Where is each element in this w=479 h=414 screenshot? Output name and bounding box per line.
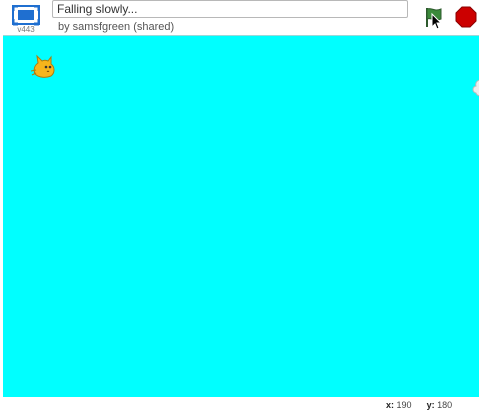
- mouse-coordinates: x: 190 y: 180: [386, 400, 452, 410]
- green-flag-button[interactable]: [423, 5, 445, 30]
- cat-sprite[interactable]: [29, 52, 57, 80]
- project-title-field[interactable]: Falling slowly...: [52, 0, 408, 18]
- x-label: x:: [386, 400, 395, 410]
- author-label: by samsfgreen (shared): [58, 21, 175, 33]
- partial-sprite[interactable]: [469, 78, 479, 98]
- cat-sprite-icon: [30, 54, 55, 78]
- x-value: 190: [396, 400, 412, 410]
- y-label: y:: [426, 400, 435, 410]
- stop-sign-icon: [455, 6, 477, 28]
- scratch-player: v443 Falling slowly... by samsfgreen (sh…: [0, 0, 479, 414]
- version-label: v443: [17, 25, 35, 34]
- stop-button[interactable]: [455, 6, 477, 28]
- stage[interactable]: [3, 35, 479, 397]
- partial-sprite-icon: [472, 79, 479, 97]
- green-flag-icon: [426, 8, 443, 30]
- player-header: v443 Falling slowly... by samsfgreen (sh…: [0, 0, 479, 36]
- y-value: 180: [437, 400, 453, 410]
